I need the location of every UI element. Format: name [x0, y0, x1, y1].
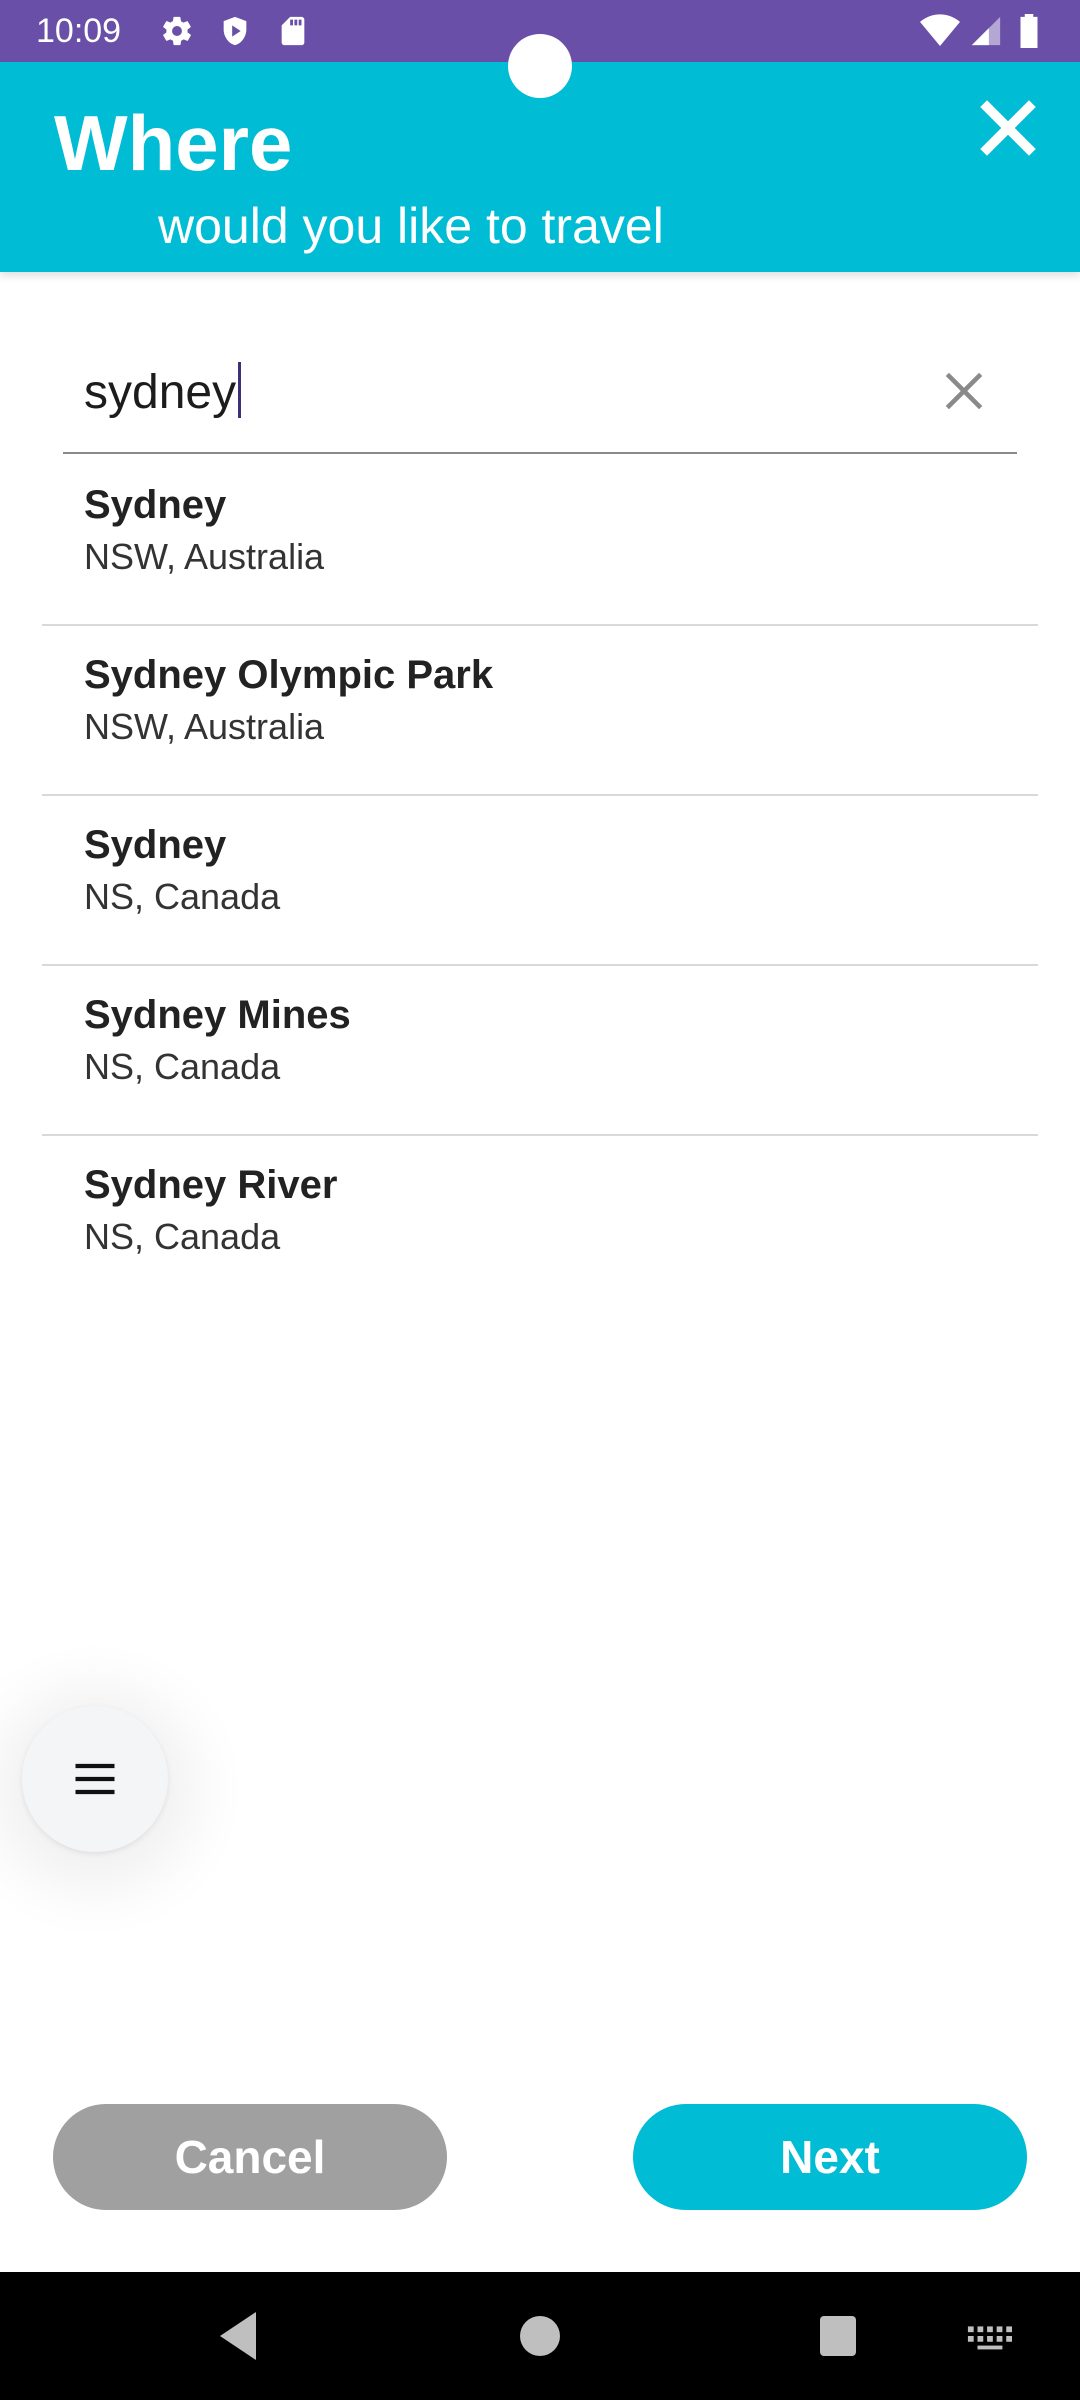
sd-card-icon: [281, 16, 305, 46]
system-nav-bar: [0, 2272, 1080, 2400]
menu-fab-button[interactable]: [22, 1706, 168, 1852]
page-subtitle: would you like to travel: [158, 198, 664, 254]
search-field[interactable]: sydney: [63, 340, 1017, 454]
wifi-icon: [920, 14, 960, 47]
next-button[interactable]: Next: [633, 2104, 1027, 2210]
result-region: NS, Canada: [84, 1046, 281, 1087]
text-cursor: [238, 362, 242, 418]
clear-icon[interactable]: [939, 366, 989, 416]
search-input[interactable]: sydney: [84, 362, 242, 423]
close-icon[interactable]: [972, 92, 1044, 164]
result-name: Sydney Mines: [84, 993, 351, 1037]
list-item[interactable]: Sydney River NS, Canada: [42, 1136, 1038, 1306]
search-value: sydney: [84, 366, 237, 419]
result-region: NS, Canada: [84, 1216, 281, 1257]
result-name: Sydney: [84, 483, 227, 527]
battery-icon: [1020, 14, 1038, 48]
list-item[interactable]: Sydney NS, Canada: [42, 796, 1038, 966]
list-item[interactable]: Sydney Mines NS, Canada: [42, 966, 1038, 1136]
result-name: Sydney: [84, 823, 227, 867]
result-name: Sydney River: [84, 1163, 338, 1207]
list-item[interactable]: Sydney NSW, Australia: [42, 456, 1038, 626]
settings-icon: [163, 16, 191, 46]
result-name: Sydney Olympic Park: [84, 653, 494, 697]
menu-icon: [75, 1763, 115, 1795]
page-title: Where: [54, 99, 293, 187]
keyboard-icon[interactable]: [966, 2304, 1012, 2368]
result-region: NSW, Australia: [84, 706, 325, 747]
signal-icon: [971, 16, 1001, 46]
result-region: NS, Canada: [84, 876, 281, 917]
camera-cutout: [508, 34, 572, 98]
shield-icon: [223, 16, 247, 46]
recents-icon[interactable]: [818, 2304, 858, 2368]
cancel-button[interactable]: Cancel: [53, 2104, 447, 2210]
home-icon[interactable]: [518, 2304, 562, 2368]
status-time: 10:09: [36, 12, 122, 50]
list-item[interactable]: Sydney Olympic Park NSW, Australia: [42, 626, 1038, 796]
back-icon[interactable]: [216, 2304, 260, 2368]
results-list: Sydney NSW, Australia Sydney Olympic Par…: [42, 456, 1038, 1306]
result-region: NSW, Australia: [84, 536, 325, 577]
